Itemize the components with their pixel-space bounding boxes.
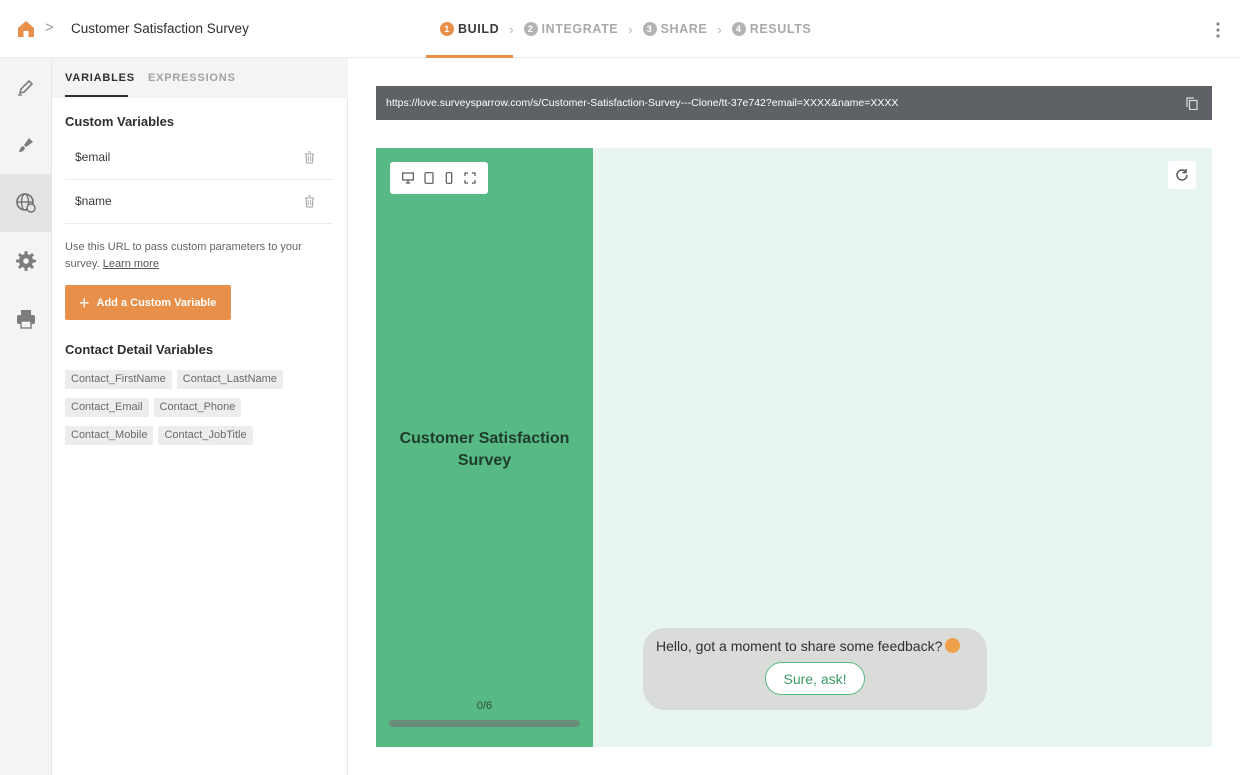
survey-url-bar: https://love.surveysparrow.com/s/Custome… bbox=[376, 86, 1212, 120]
active-tab-indicator bbox=[65, 95, 128, 97]
tab-variables[interactable]: VARIABLES bbox=[65, 72, 135, 84]
add-custom-variable-button[interactable]: + Add a Custom Variable bbox=[65, 285, 231, 320]
breadcrumb-separator: > bbox=[45, 19, 54, 36]
trash-icon[interactable] bbox=[304, 195, 315, 208]
refresh-preview-button[interactable] bbox=[1168, 161, 1196, 189]
step-number: 4 bbox=[731, 22, 746, 36]
pencil-icon bbox=[18, 79, 34, 96]
help-text-body: Use this URL to pass custom parameters t… bbox=[65, 241, 302, 270]
custom-variable-row: $email bbox=[65, 136, 333, 180]
step-label: BUILD bbox=[458, 22, 500, 36]
sure-ask-button[interactable]: Sure, ask! bbox=[765, 662, 865, 695]
more-options-icon[interactable] bbox=[1216, 22, 1220, 38]
step-number: 1 bbox=[440, 22, 454, 36]
chat-message-text: Hello, got a moment to share some feedba… bbox=[656, 638, 943, 654]
brush-icon bbox=[19, 138, 33, 152]
left-rail bbox=[0, 58, 52, 775]
variables-panel: VARIABLES EXPRESSIONS Custom Variables $… bbox=[52, 58, 348, 775]
survey-url[interactable]: https://love.surveysparrow.com/s/Custome… bbox=[386, 97, 898, 109]
survey-preview: Customer Satisfaction Survey 0/6 Hello, … bbox=[376, 148, 1212, 747]
top-bar: > Customer Satisfaction Survey 1 BUILD ›… bbox=[0, 0, 1240, 58]
smile-emoji-icon bbox=[945, 638, 961, 653]
rail-item-print[interactable] bbox=[0, 290, 52, 348]
step-label: SHARE bbox=[660, 22, 708, 36]
fullscreen-icon[interactable] bbox=[464, 172, 476, 184]
step-build[interactable]: 1 BUILD bbox=[425, 0, 514, 58]
step-share[interactable]: 3 SHARE bbox=[642, 0, 708, 58]
contact-variable-chip[interactable]: Contact_LastName bbox=[176, 370, 283, 389]
rail-item-design[interactable] bbox=[0, 116, 52, 174]
refresh-icon bbox=[1176, 169, 1188, 181]
step-label: INTEGRATE bbox=[541, 22, 619, 36]
survey-title: Customer Satisfaction Survey bbox=[71, 21, 249, 36]
chat-message: Hello, got a moment to share some feedba… bbox=[656, 638, 961, 654]
plus-icon: + bbox=[79, 292, 90, 313]
progress-bar bbox=[389, 720, 580, 727]
gear-icon bbox=[16, 251, 36, 271]
chevron-right-icon: › bbox=[717, 21, 722, 37]
trash-icon[interactable] bbox=[304, 151, 315, 164]
rail-item-settings[interactable] bbox=[0, 232, 52, 290]
contact-variables-heading: Contact Detail Variables bbox=[65, 342, 214, 357]
chevron-right-icon: › bbox=[509, 21, 514, 37]
mobile-icon[interactable] bbox=[443, 172, 455, 184]
chat-bubble: Hello, got a moment to share some feedba… bbox=[643, 628, 987, 710]
step-number: 3 bbox=[642, 22, 657, 36]
help-text: Use this URL to pass custom parameters t… bbox=[65, 239, 320, 273]
contact-variable-chip[interactable]: Contact_FirstName bbox=[65, 370, 172, 389]
globe-icon bbox=[16, 193, 36, 213]
step-number: 2 bbox=[523, 22, 538, 36]
variable-name: $email bbox=[75, 150, 111, 164]
rail-item-edit[interactable] bbox=[0, 58, 52, 116]
survey-welcome-title: Customer Satisfaction Survey bbox=[399, 430, 570, 469]
progress-counter: 0/6 bbox=[476, 700, 493, 712]
copy-icon[interactable] bbox=[1186, 97, 1198, 110]
contact-variable-chip[interactable]: Contact_Email bbox=[65, 398, 149, 417]
step-navigation: 1 BUILD › 2 INTEGRATE › 3 SHARE › 4 RESU… bbox=[425, 0, 812, 58]
rail-item-share-settings[interactable] bbox=[0, 174, 52, 232]
add-button-label: Add a Custom Variable bbox=[96, 296, 217, 309]
step-results[interactable]: 4 RESULTS bbox=[731, 0, 812, 58]
chevron-right-icon: › bbox=[628, 21, 633, 37]
contact-variable-chip[interactable]: Contact_Phone bbox=[153, 398, 242, 417]
contact-variable-chip[interactable]: Contact_JobTitle bbox=[158, 426, 253, 445]
step-label: RESULTS bbox=[749, 22, 812, 36]
desktop-icon[interactable] bbox=[402, 172, 415, 184]
learn-more-link[interactable]: Learn more bbox=[103, 258, 159, 270]
tab-expressions[interactable]: EXPRESSIONS bbox=[148, 72, 236, 84]
printer-icon bbox=[17, 310, 35, 329]
survey-sidebar: Customer Satisfaction Survey 0/6 bbox=[376, 148, 593, 747]
custom-variables-heading: Custom Variables bbox=[65, 114, 175, 129]
step-integrate[interactable]: 2 INTEGRATE bbox=[523, 0, 619, 58]
contact-variable-chip[interactable]: Contact_Mobile bbox=[65, 426, 154, 445]
tablet-icon[interactable] bbox=[423, 172, 435, 184]
custom-variable-row: $name bbox=[65, 180, 333, 224]
device-toolbar bbox=[390, 162, 488, 194]
variable-name: $name bbox=[75, 194, 112, 208]
contact-variable-chips: Contact_FirstName Contact_LastName Contac… bbox=[65, 369, 335, 453]
panel-tabs: VARIABLES EXPRESSIONS bbox=[52, 58, 348, 98]
home-icon[interactable] bbox=[16, 19, 36, 39]
